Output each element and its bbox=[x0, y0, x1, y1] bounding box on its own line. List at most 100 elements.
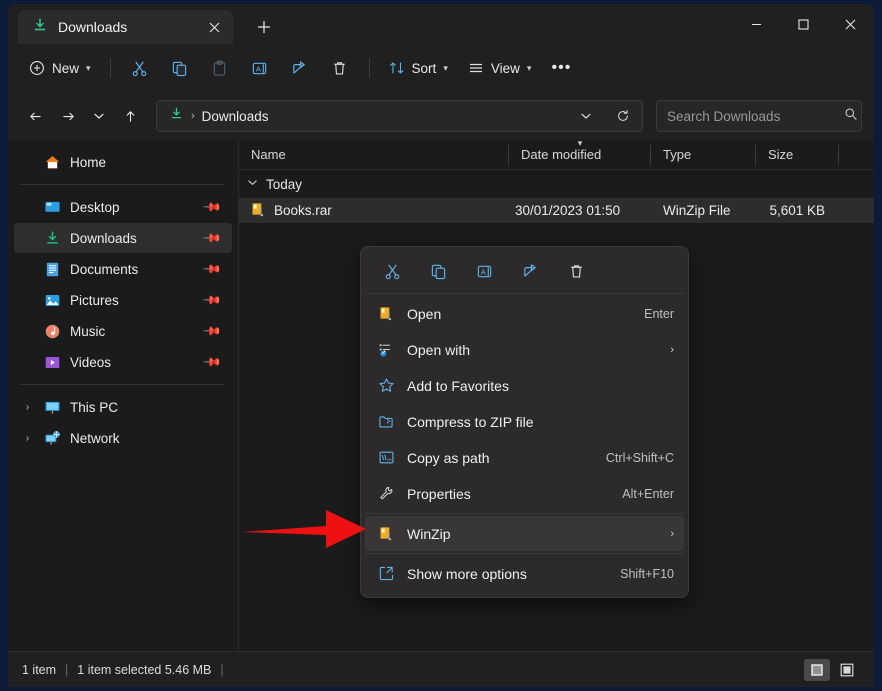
view-toggle-group bbox=[804, 659, 860, 681]
annotation-arrow bbox=[240, 504, 368, 557]
maximize-button[interactable] bbox=[780, 4, 827, 44]
documents-icon bbox=[44, 261, 61, 278]
column-label: Size bbox=[756, 147, 793, 162]
table-row[interactable]: Books.rar 30/01/2023 01:50 WinZip File 5… bbox=[239, 198, 874, 223]
large-icons-view-button[interactable] bbox=[834, 659, 860, 681]
tab-strip: Downloads bbox=[8, 4, 874, 44]
paste-button[interactable] bbox=[201, 52, 239, 84]
ellipsis-icon: ••• bbox=[552, 59, 572, 77]
sidebar-item-label: Desktop bbox=[70, 200, 120, 215]
arrow-right-icon bbox=[61, 109, 76, 124]
details-view-button[interactable] bbox=[804, 659, 830, 681]
tab-downloads[interactable]: Downloads bbox=[18, 10, 233, 44]
sidebar-item-documents[interactable]: Documents 📌 bbox=[14, 254, 232, 284]
rename-button[interactable]: A bbox=[241, 52, 279, 84]
address-dropdown-icon[interactable] bbox=[571, 102, 601, 130]
sidebar-item-pictures[interactable]: Pictures 📌 bbox=[14, 285, 232, 315]
forward-button[interactable] bbox=[53, 101, 83, 131]
view-button-label: View bbox=[491, 61, 520, 76]
refresh-icon[interactable] bbox=[608, 102, 638, 130]
close-tab-icon[interactable] bbox=[201, 14, 227, 40]
menu-item-label: Properties bbox=[407, 486, 610, 502]
sidebar-item-network[interactable]: › Network bbox=[14, 423, 232, 453]
menu-item-winzip[interactable]: WinZip › bbox=[365, 516, 684, 551]
view-button[interactable]: View ▾ bbox=[459, 52, 541, 84]
pin-icon[interactable]: 📌 bbox=[202, 197, 222, 217]
sort-icon bbox=[389, 60, 405, 76]
sidebar-item-desktop[interactable]: Desktop 📌 bbox=[14, 192, 232, 222]
search-box[interactable] bbox=[656, 100, 862, 132]
breadcrumb[interactable]: Downloads bbox=[202, 109, 269, 124]
group-header-today[interactable]: Today bbox=[239, 170, 874, 198]
cut-button[interactable] bbox=[121, 52, 159, 84]
menu-item-copy-as-path[interactable]: Copy as path Ctrl+Shift+C bbox=[365, 440, 684, 475]
status-separator-trailing: | bbox=[220, 663, 223, 677]
delete-icon[interactable] bbox=[559, 256, 593, 286]
sidebar-item-home[interactable]: Home bbox=[14, 147, 232, 177]
pin-icon[interactable]: 📌 bbox=[202, 352, 222, 372]
minimize-button[interactable] bbox=[733, 4, 780, 44]
context-menu-divider bbox=[365, 553, 684, 554]
expand-chevron-icon[interactable]: › bbox=[20, 433, 35, 444]
share-icon[interactable] bbox=[513, 256, 547, 286]
sidebar-item-videos[interactable]: Videos 📌 bbox=[14, 347, 232, 377]
pin-icon[interactable]: 📌 bbox=[202, 321, 222, 341]
column-header-type[interactable]: Type bbox=[651, 140, 756, 170]
delete-button[interactable] bbox=[321, 52, 359, 84]
file-type: WinZip File bbox=[663, 203, 731, 218]
menu-item-show-more-options[interactable]: Show more options Shift+F10 bbox=[365, 556, 684, 591]
sidebar-item-label: Videos bbox=[70, 355, 111, 370]
copy-icon bbox=[171, 60, 188, 77]
arrow-up-icon bbox=[123, 109, 138, 124]
file-name-cell[interactable]: Books.rar bbox=[239, 202, 509, 220]
pin-icon[interactable]: 📌 bbox=[202, 228, 222, 248]
winzip-file-icon bbox=[251, 202, 266, 220]
sidebar-item-label: Documents bbox=[70, 262, 138, 277]
sidebar-item-music[interactable]: Music 📌 bbox=[14, 316, 232, 346]
pin-icon[interactable]: 📌 bbox=[202, 290, 222, 310]
copy-button[interactable] bbox=[161, 52, 199, 84]
recent-locations-button[interactable] bbox=[86, 101, 112, 131]
column-header-size[interactable]: Size bbox=[756, 140, 839, 170]
up-button[interactable] bbox=[115, 101, 145, 131]
more-options-button[interactable]: ••• bbox=[542, 52, 580, 84]
menu-item-add-to-favorites[interactable]: Add to Favorites bbox=[365, 368, 684, 403]
arrow-left-icon bbox=[28, 109, 43, 124]
chevron-down-icon[interactable] bbox=[247, 177, 258, 191]
pin-icon[interactable]: 📌 bbox=[202, 259, 222, 279]
sidebar-item-downloads[interactable]: Downloads 📌 bbox=[14, 223, 232, 253]
column-header-name[interactable]: Name bbox=[239, 140, 509, 170]
file-date-modified: 30/01/2023 01:50 bbox=[515, 203, 620, 218]
sort-button[interactable]: Sort ▾ bbox=[380, 52, 457, 84]
sidebar-divider bbox=[20, 384, 224, 385]
search-input[interactable] bbox=[667, 109, 844, 124]
new-button[interactable]: New ▾ bbox=[20, 52, 100, 84]
column-label: Name bbox=[239, 147, 286, 162]
copy-icon[interactable] bbox=[421, 256, 455, 286]
menu-item-open-with[interactable]: Open with › bbox=[365, 332, 684, 367]
column-headers: Name ▾ Date modified Type Size bbox=[239, 140, 874, 170]
file-size: 5,601 KB bbox=[769, 203, 825, 218]
network-icon bbox=[44, 430, 61, 447]
large-icons-view-icon bbox=[839, 662, 855, 678]
file-date-modified-cell: 30/01/2023 01:50 bbox=[509, 203, 651, 218]
menu-item-properties[interactable]: Properties Alt+Enter bbox=[365, 476, 684, 511]
menu-item-compress-to-zip[interactable]: Compress to ZIP file bbox=[365, 404, 684, 439]
expand-chevron-icon[interactable]: › bbox=[20, 402, 35, 413]
menu-item-open[interactable]: Open Enter bbox=[365, 296, 684, 331]
share-button[interactable] bbox=[281, 52, 319, 84]
cut-icon[interactable] bbox=[375, 256, 409, 286]
sort-indicator-icon: ▾ bbox=[578, 138, 583, 149]
address-bar[interactable]: › Downloads bbox=[156, 100, 643, 132]
back-button[interactable] bbox=[20, 101, 50, 131]
search-icon[interactable] bbox=[844, 107, 858, 126]
column-header-date-modified[interactable]: ▾ Date modified bbox=[509, 140, 651, 170]
winzip-icon bbox=[377, 525, 395, 543]
context-menu-icon-row: A bbox=[361, 251, 688, 291]
desktop-icon bbox=[44, 199, 61, 216]
rename-icon[interactable]: A bbox=[467, 256, 501, 286]
close-window-button[interactable] bbox=[827, 4, 874, 44]
star-icon bbox=[377, 377, 395, 395]
new-tab-button[interactable] bbox=[249, 12, 279, 42]
sidebar-item-this-pc[interactable]: › This PC bbox=[14, 392, 232, 422]
